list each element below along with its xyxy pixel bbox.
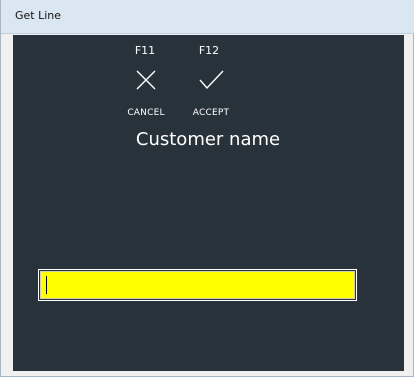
accept-button[interactable]: ACCEPT	[181, 108, 241, 118]
title-bar: Get Line	[1, 0, 414, 34]
prompt-heading: Customer name	[135, 129, 281, 150]
cancel-shortcut-key: F11	[134, 44, 156, 57]
cancel-button[interactable]: CANCEL	[116, 108, 176, 118]
accept-shortcut-key: F12	[198, 44, 220, 57]
get-line-window: Get Line F11 CANCEL F12 ACCEPT Customer …	[0, 0, 414, 377]
window-title: Get Line	[15, 9, 62, 22]
checkmark-icon[interactable]	[196, 65, 226, 95]
customer-name-input[interactable]	[38, 269, 357, 301]
close-icon[interactable]	[131, 65, 161, 95]
dialog-body: F11 CANCEL F12 ACCEPT Customer name	[13, 35, 404, 371]
text-caret	[46, 276, 47, 294]
